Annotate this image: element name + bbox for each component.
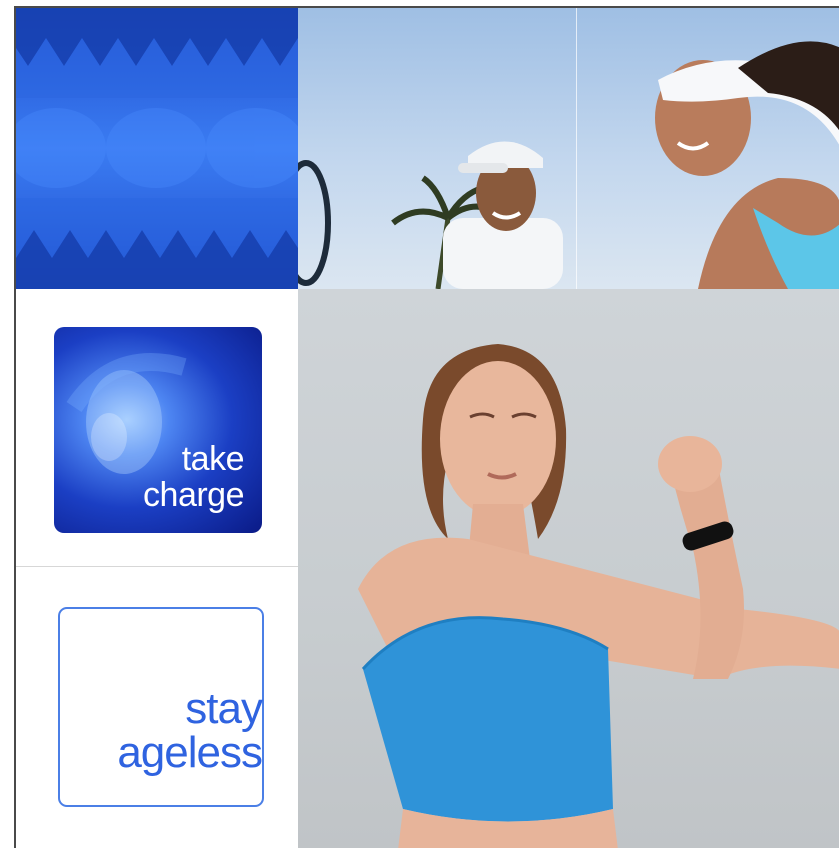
take-charge-text: take charge — [143, 441, 244, 513]
stay-ageless-card: stay ageless — [58, 607, 264, 807]
woman-stretching-photo — [298, 289, 839, 848]
tennis-scene-illustration — [298, 41, 839, 289]
tennis-couple-photo — [298, 8, 839, 289]
diamond-pattern-graphic — [16, 8, 298, 289]
collage-frame: take charge stay ageless — [14, 6, 839, 848]
take-charge-cell: take charge — [16, 289, 298, 567]
photo-divider — [576, 8, 577, 289]
stretching-woman-illustration — [358, 344, 839, 848]
take-charge-line1: take — [181, 440, 245, 478]
stay-ageless-text: stay ageless — [117, 684, 263, 777]
take-charge-card: take charge — [54, 327, 262, 533]
stay-ageless-cell: stay ageless — [16, 567, 298, 848]
stay-ageless-line1: stay — [185, 684, 263, 733]
stay-ageless-line2: ageless — [117, 728, 263, 777]
blue-pattern-tile — [16, 8, 298, 289]
take-charge-line2: charge — [143, 476, 244, 514]
